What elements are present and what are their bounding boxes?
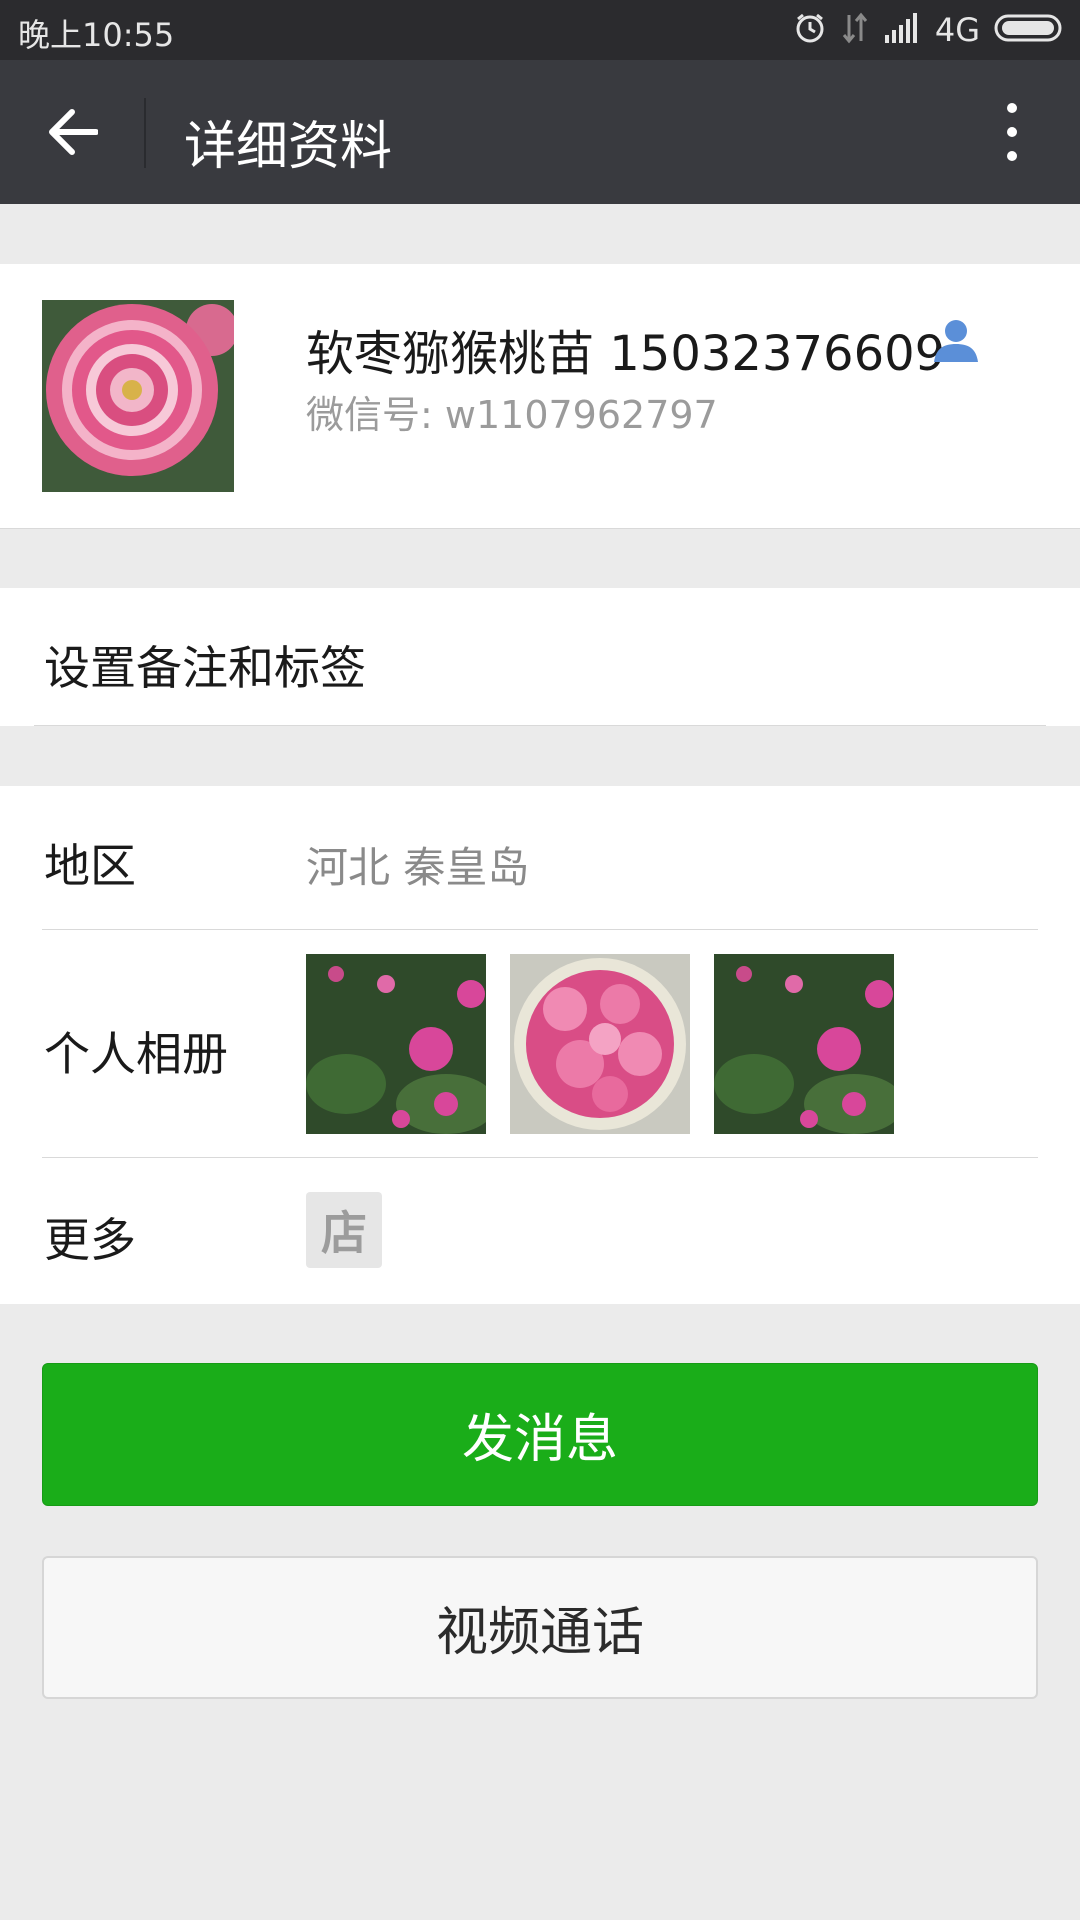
- more-label: 更多: [44, 1213, 136, 1267]
- profile-name: 软枣猕猴桃苗 15032376609: [306, 326, 946, 382]
- status-time: 晚上10:55: [18, 16, 175, 54]
- data-transfer-icon: [841, 11, 869, 49]
- signal-icon: [883, 13, 921, 47]
- divider: [34, 725, 1046, 726]
- title-divider: [144, 98, 146, 168]
- more-vertical-icon: [1007, 103, 1017, 161]
- set-remark-label: 设置备注和标签: [44, 641, 366, 695]
- region-value: 河北 秦皇岛: [306, 843, 530, 892]
- set-remark-row[interactable]: 设置备注和标签: [0, 588, 1080, 726]
- album-label: 个人相册: [44, 1027, 228, 1081]
- status-icons: 4G: [793, 10, 1066, 50]
- back-button[interactable]: [34, 98, 110, 166]
- shop-icon: 店: [306, 1192, 382, 1268]
- album-photo[interactable]: [714, 954, 894, 1134]
- wechat-id: 微信号: w1107962797: [306, 393, 718, 437]
- battery-icon: [994, 12, 1066, 48]
- video-call-button[interactable]: 视频通话: [42, 1556, 1038, 1699]
- info-card: 地区 河北 秦皇岛 个人相册 更多 店: [0, 786, 1080, 1304]
- profile-card: 软枣猕猴桃苗 15032376609 微信号: w1107962797: [0, 264, 1080, 529]
- network-type: 4G: [934, 11, 980, 49]
- alarm-icon: [793, 11, 827, 49]
- region-label: 地区: [44, 839, 136, 893]
- back-arrow-icon: [49, 109, 98, 155]
- album-photo[interactable]: [306, 954, 486, 1134]
- status-bar: 晚上10:55 4G: [0, 0, 1080, 60]
- divider: [42, 1157, 1038, 1158]
- divider: [42, 929, 1038, 930]
- page-title: 详细资料: [184, 117, 393, 177]
- send-message-button[interactable]: 发消息: [42, 1363, 1038, 1506]
- album-photo[interactable]: [510, 954, 690, 1134]
- avatar[interactable]: [42, 300, 234, 492]
- contact-person-icon: [932, 316, 980, 364]
- more-menu-button[interactable]: [980, 98, 1044, 166]
- title-bar: 详细资料: [0, 60, 1080, 204]
